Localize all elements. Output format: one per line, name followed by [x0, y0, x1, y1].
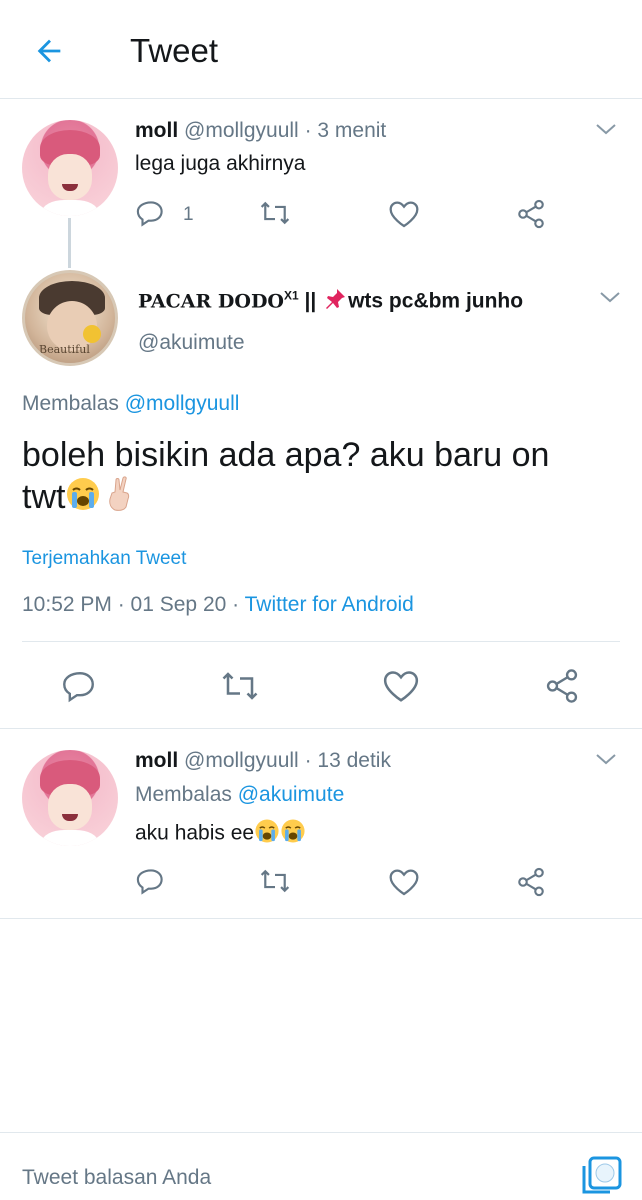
- author-name-sep: ||: [298, 289, 323, 313]
- timestamp-text: 10:52 PM · 01 Sep 20 ·: [22, 593, 240, 616]
- reply-composer-input[interactable]: Tweet balasan Anda: [22, 1166, 211, 1190]
- tweet-timestamp: 10:52 PM · 01 Sep 20 · Twitter for Andro…: [22, 593, 414, 617]
- tweet-text-line1: boleh bisikin ada apa? aku baru on: [22, 436, 550, 474]
- tweet-divider: [0, 728, 642, 729]
- tweet-divider: [0, 918, 642, 919]
- source-link[interactable]: Twitter for Android: [245, 593, 414, 616]
- pushpin-icon: [322, 287, 348, 317]
- chevron-down-icon[interactable]: [594, 750, 618, 768]
- composer-divider: [0, 1132, 642, 1133]
- thread-connector: [68, 218, 71, 268]
- tweet-text-body: aku habis ee: [135, 821, 255, 845]
- chevron-down-icon[interactable]: [594, 120, 618, 138]
- avatar-caption: Beautiful: [39, 343, 90, 356]
- tweet-header: moll @mollgyuull · 3 menit: [135, 119, 386, 143]
- retweet-icon[interactable]: [258, 198, 292, 228]
- reply-mention[interactable]: @mollgyuull: [125, 392, 240, 415]
- author-name[interactable]: moll: [135, 749, 178, 772]
- crying-face-emoji-icon: [280, 818, 306, 850]
- tweet-text: aku habis ee: [135, 818, 306, 850]
- back-arrow-icon[interactable]: [32, 34, 66, 68]
- author-name[interactable]: PACAR DODOX1 || wts pc&bm junho: [138, 287, 523, 317]
- author-name-sup: X1: [283, 288, 299, 303]
- heart-icon[interactable]: [382, 668, 420, 704]
- reply-prefix: Membalas: [22, 392, 119, 415]
- reply-context: Membalas @akuimute: [135, 783, 344, 807]
- crying-face-emoji-icon: [65, 476, 101, 522]
- tweet-text-line2: twt: [22, 478, 66, 516]
- header-divider: [0, 98, 642, 99]
- retweet-icon[interactable]: [219, 668, 261, 704]
- page-title: Tweet: [130, 32, 219, 69]
- retweet-icon[interactable]: [258, 866, 292, 896]
- tweet-time: · 3 menit: [304, 119, 387, 142]
- reply-context: Membalas @mollgyuull: [22, 392, 239, 416]
- tweet-time: · 13 detik: [304, 749, 391, 772]
- reply-icon[interactable]: [136, 866, 166, 896]
- reply-icon[interactable]: [62, 668, 98, 704]
- author-name-prefix: PACAR DODO: [138, 290, 284, 313]
- author-handle[interactable]: @akuimute: [138, 331, 245, 355]
- reply-count: 1: [183, 204, 194, 225]
- tweet-header: moll @mollgyuull · 13 detik: [135, 749, 391, 773]
- chevron-down-icon[interactable]: [598, 288, 622, 306]
- reply-prefix: Membalas: [135, 783, 232, 806]
- tweet-text: boleh bisikin ada apa? aku baru on twt: [22, 434, 549, 522]
- gallery-icon[interactable]: [580, 1152, 626, 1198]
- share-icon[interactable]: [515, 866, 547, 898]
- crying-face-emoji-icon: [254, 818, 280, 850]
- reply-icon[interactable]: [136, 198, 166, 228]
- avatar[interactable]: [22, 750, 118, 846]
- author-name[interactable]: moll: [135, 119, 178, 142]
- translate-link[interactable]: Terjemahkan Tweet: [22, 548, 186, 570]
- crossed-fingers-emoji-icon: [105, 476, 137, 522]
- timestamp-divider: [22, 641, 620, 642]
- reply-mention[interactable]: @akuimute: [238, 783, 345, 806]
- tweet-text: lega juga akhirnya: [135, 152, 306, 175]
- avatar[interactable]: Beautiful: [22, 270, 118, 366]
- author-handle[interactable]: @mollgyuull: [184, 119, 299, 142]
- author-name-suffix: wts pc&bm junho: [348, 289, 524, 313]
- avatar[interactable]: [22, 120, 118, 216]
- share-icon[interactable]: [543, 667, 581, 705]
- share-icon[interactable]: [515, 198, 547, 230]
- heart-icon[interactable]: [388, 199, 420, 229]
- heart-icon[interactable]: [388, 867, 420, 897]
- author-handle[interactable]: @mollgyuull: [184, 749, 299, 772]
